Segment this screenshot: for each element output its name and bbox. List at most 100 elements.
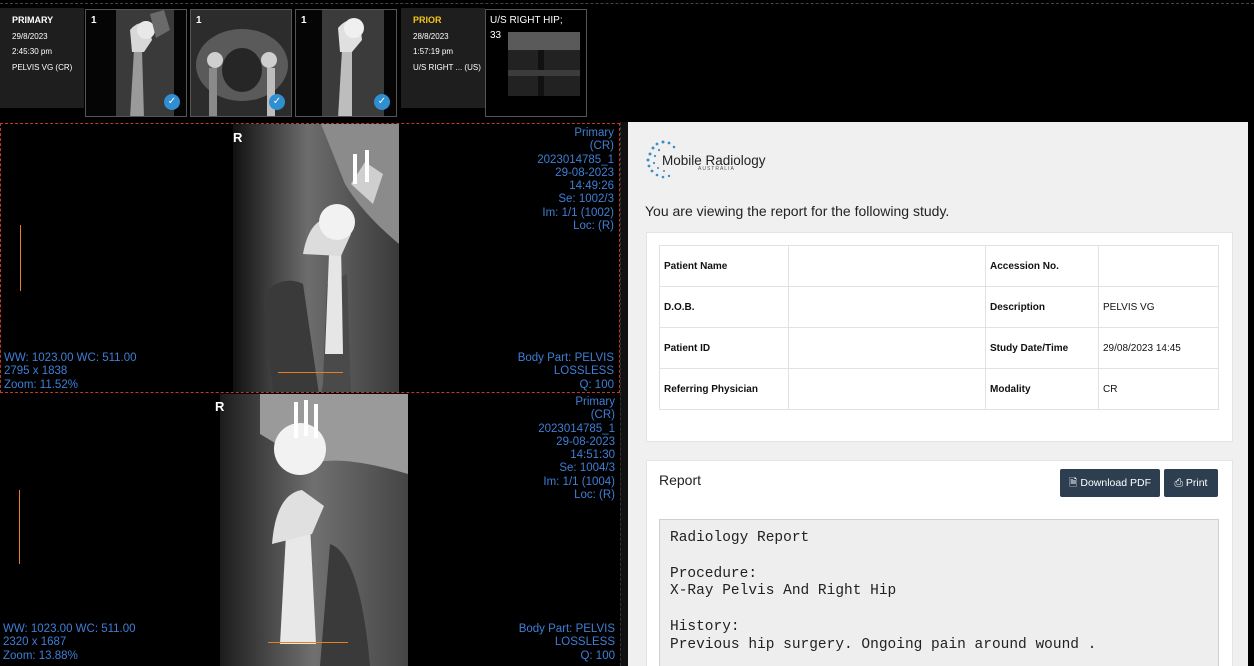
scale-ruler bbox=[19, 490, 30, 564]
orientation-marker: R bbox=[215, 399, 225, 414]
thumbnail-2[interactable]: 1 ✓ bbox=[190, 9, 292, 117]
table-row: Referring Physician Modality CR bbox=[659, 368, 1219, 410]
check-icon: ✓ bbox=[374, 94, 390, 110]
overlay-line: Im: 1/1 (1002) bbox=[542, 206, 614, 219]
ultrasound-thumbnail-image bbox=[486, 10, 586, 116]
prior-time: 1:57:19 pm bbox=[413, 47, 454, 56]
overlay-line: Loc: (R) bbox=[574, 489, 615, 502]
overlay-line: LOSSLESS bbox=[553, 365, 614, 378]
overlay-line: WW: 1023.00 WC: 511.00 bbox=[4, 352, 137, 364]
xray-image bbox=[220, 394, 408, 666]
thumbnail-number: 1 bbox=[196, 15, 202, 26]
overlay-line: LOSSLESS bbox=[554, 636, 615, 649]
overlay-line: 2795 x 1838 bbox=[4, 365, 68, 378]
table-label: Referring Physician bbox=[659, 368, 789, 410]
overlay-line: Im: 1/1 (1004) bbox=[543, 475, 615, 488]
overlay-line: Body Part: PELVIS bbox=[518, 623, 615, 635]
download-pdf-label: Download PDF bbox=[1080, 477, 1151, 489]
overlay-line: 2023014785_1 bbox=[538, 422, 615, 435]
overlay-line: 14:51:30 bbox=[570, 449, 615, 462]
xray-image bbox=[233, 124, 399, 392]
viewport-1[interactable]: R Primary (CR) 2023014785_1 29-08-2023 1… bbox=[0, 123, 620, 393]
table-value bbox=[788, 245, 986, 287]
window-level-info: WW: 1023.00 WC: 511.00 2320 x 1687 Zoom:… bbox=[3, 623, 136, 663]
panel-scrollbar[interactable] bbox=[1248, 122, 1254, 666]
primary-description: PELVIS VG (CR) bbox=[12, 62, 73, 72]
viewport-2[interactable]: R Primary (CR) 2023014785_1 29-08-2023 1… bbox=[0, 394, 620, 666]
dicom-info-top-right: Primary (CR) 2023014785_1 29-08-2023 14:… bbox=[538, 396, 615, 502]
primary-study-info[interactable]: PRIMARY 29/8/2023 2:45:30 pm PELVIS VG (… bbox=[0, 8, 84, 108]
table-value: 29/08/2023 14:45 bbox=[1098, 327, 1219, 369]
overlay-line: Primary bbox=[575, 396, 615, 408]
table-label: Modality bbox=[985, 368, 1099, 410]
prior-date: 28/8/2023 bbox=[413, 31, 449, 41]
overlay-line: Loc: (R) bbox=[573, 220, 614, 233]
overlay-line: Zoom: 13.88% bbox=[3, 649, 78, 662]
prior-study-info[interactable]: PRIOR 28/8/2023 1:57:19 pm U/S RIGHT ...… bbox=[401, 8, 485, 108]
report-panel: Mobile Radiology AUSTRALIA You are viewi… bbox=[628, 122, 1248, 666]
study-strip: PRIMARY 29/8/2023 2:45:30 pm PELVIS VG (… bbox=[0, 0, 1254, 122]
overlay-line: 29-08-2023 bbox=[556, 435, 615, 448]
thumbnail-number: 1 bbox=[91, 15, 97, 26]
overlay-line: Zoom: 11.52% bbox=[4, 378, 78, 391]
body-part-info: Body Part: PELVIS LOSSLESS Q: 100 bbox=[518, 352, 614, 392]
primary-time: 2:45:30 pm bbox=[12, 47, 53, 56]
overlay-line: 29-08-2023 bbox=[555, 166, 614, 179]
print-button[interactable]: ⎙ Print bbox=[1164, 469, 1218, 497]
overlay-line: Body Part: PELVIS bbox=[517, 352, 614, 364]
thumbnail-us[interactable]: U/S RIGHT HIP; 33 bbox=[485, 9, 587, 117]
overlay-line: 14:49:26 bbox=[569, 180, 614, 193]
table-row: Patient Name Accession No. bbox=[659, 245, 1219, 287]
divider bbox=[0, 3, 1254, 4]
report-card: Report 🗎 Download PDF ⎙ Print Radiology … bbox=[646, 460, 1233, 666]
primary-date: 29/8/2023 bbox=[12, 31, 48, 41]
table-row: D.O.B. Description PELVIS VG bbox=[659, 286, 1219, 328]
logo-subtitle: AUSTRALIA bbox=[698, 166, 735, 172]
thumbnail-3[interactable]: 1 ✓ bbox=[295, 9, 397, 117]
overlay-line: Q: 100 bbox=[580, 649, 615, 662]
dicom-info-top-right: Primary (CR) 2023014785_1 29-08-2023 14:… bbox=[537, 127, 614, 233]
file-pdf-icon: 🗎 bbox=[1069, 477, 1078, 489]
check-icon: ✓ bbox=[164, 94, 180, 110]
table-value bbox=[788, 327, 986, 369]
overlay-line: 2023014785_1 bbox=[537, 153, 614, 166]
overlay-line: 2320 x 1687 bbox=[3, 636, 67, 649]
table-value: CR bbox=[1098, 368, 1219, 410]
thumbnail-number: 1 bbox=[301, 15, 307, 26]
scale-ruler bbox=[278, 364, 343, 373]
print-icon: ⎙ bbox=[1174, 477, 1183, 489]
table-label: Patient Name bbox=[659, 245, 789, 287]
scale-ruler bbox=[268, 634, 348, 643]
thumbnail-1[interactable]: 1 ✓ bbox=[85, 9, 187, 117]
overlay-line: Q: 100 bbox=[579, 378, 614, 391]
orientation-marker: R bbox=[233, 130, 243, 145]
us-thumbnail-number: 33 bbox=[490, 30, 502, 41]
overlay-line: Se: 1002/3 bbox=[558, 193, 614, 206]
table-label: Description bbox=[985, 286, 1099, 328]
body-part-info: Body Part: PELVIS LOSSLESS Q: 100 bbox=[519, 623, 615, 663]
overlay-line: (CR) bbox=[589, 140, 614, 153]
table-label: Study Date/Time bbox=[985, 327, 1099, 369]
table-label: Patient ID bbox=[659, 327, 789, 369]
table-value bbox=[1098, 245, 1219, 287]
prior-label: PRIOR bbox=[413, 15, 442, 25]
intro-text: You are viewing the report for the follo… bbox=[645, 203, 950, 219]
check-icon: ✓ bbox=[269, 94, 285, 110]
print-label: Print bbox=[1185, 477, 1208, 489]
table-row: Patient ID Study Date/Time 29/08/2023 14… bbox=[659, 327, 1219, 369]
overlay-line: WW: 1023.00 WC: 511.00 bbox=[3, 623, 136, 635]
report-text[interactable]: Radiology Report Procedure: X-Ray Pelvis… bbox=[659, 519, 1219, 666]
table-value bbox=[788, 368, 986, 410]
study-info-card: Patient Name Accession No. D.O.B. Descri… bbox=[646, 232, 1233, 442]
download-pdf-button[interactable]: 🗎 Download PDF bbox=[1060, 469, 1160, 497]
overlay-line: Se: 1004/3 bbox=[559, 462, 615, 475]
prior-description: U/S RIGHT ... (US) bbox=[413, 62, 481, 72]
table-label: D.O.B. bbox=[659, 286, 789, 328]
report-title: Report bbox=[659, 472, 702, 488]
us-thumbnail-title: U/S RIGHT HIP; bbox=[490, 15, 563, 26]
table-label: Accession No. bbox=[985, 245, 1099, 287]
table-value: PELVIS VG bbox=[1098, 286, 1219, 328]
table-value bbox=[788, 286, 986, 328]
overlay-line: Primary bbox=[574, 127, 614, 139]
primary-label: PRIMARY bbox=[12, 15, 54, 25]
